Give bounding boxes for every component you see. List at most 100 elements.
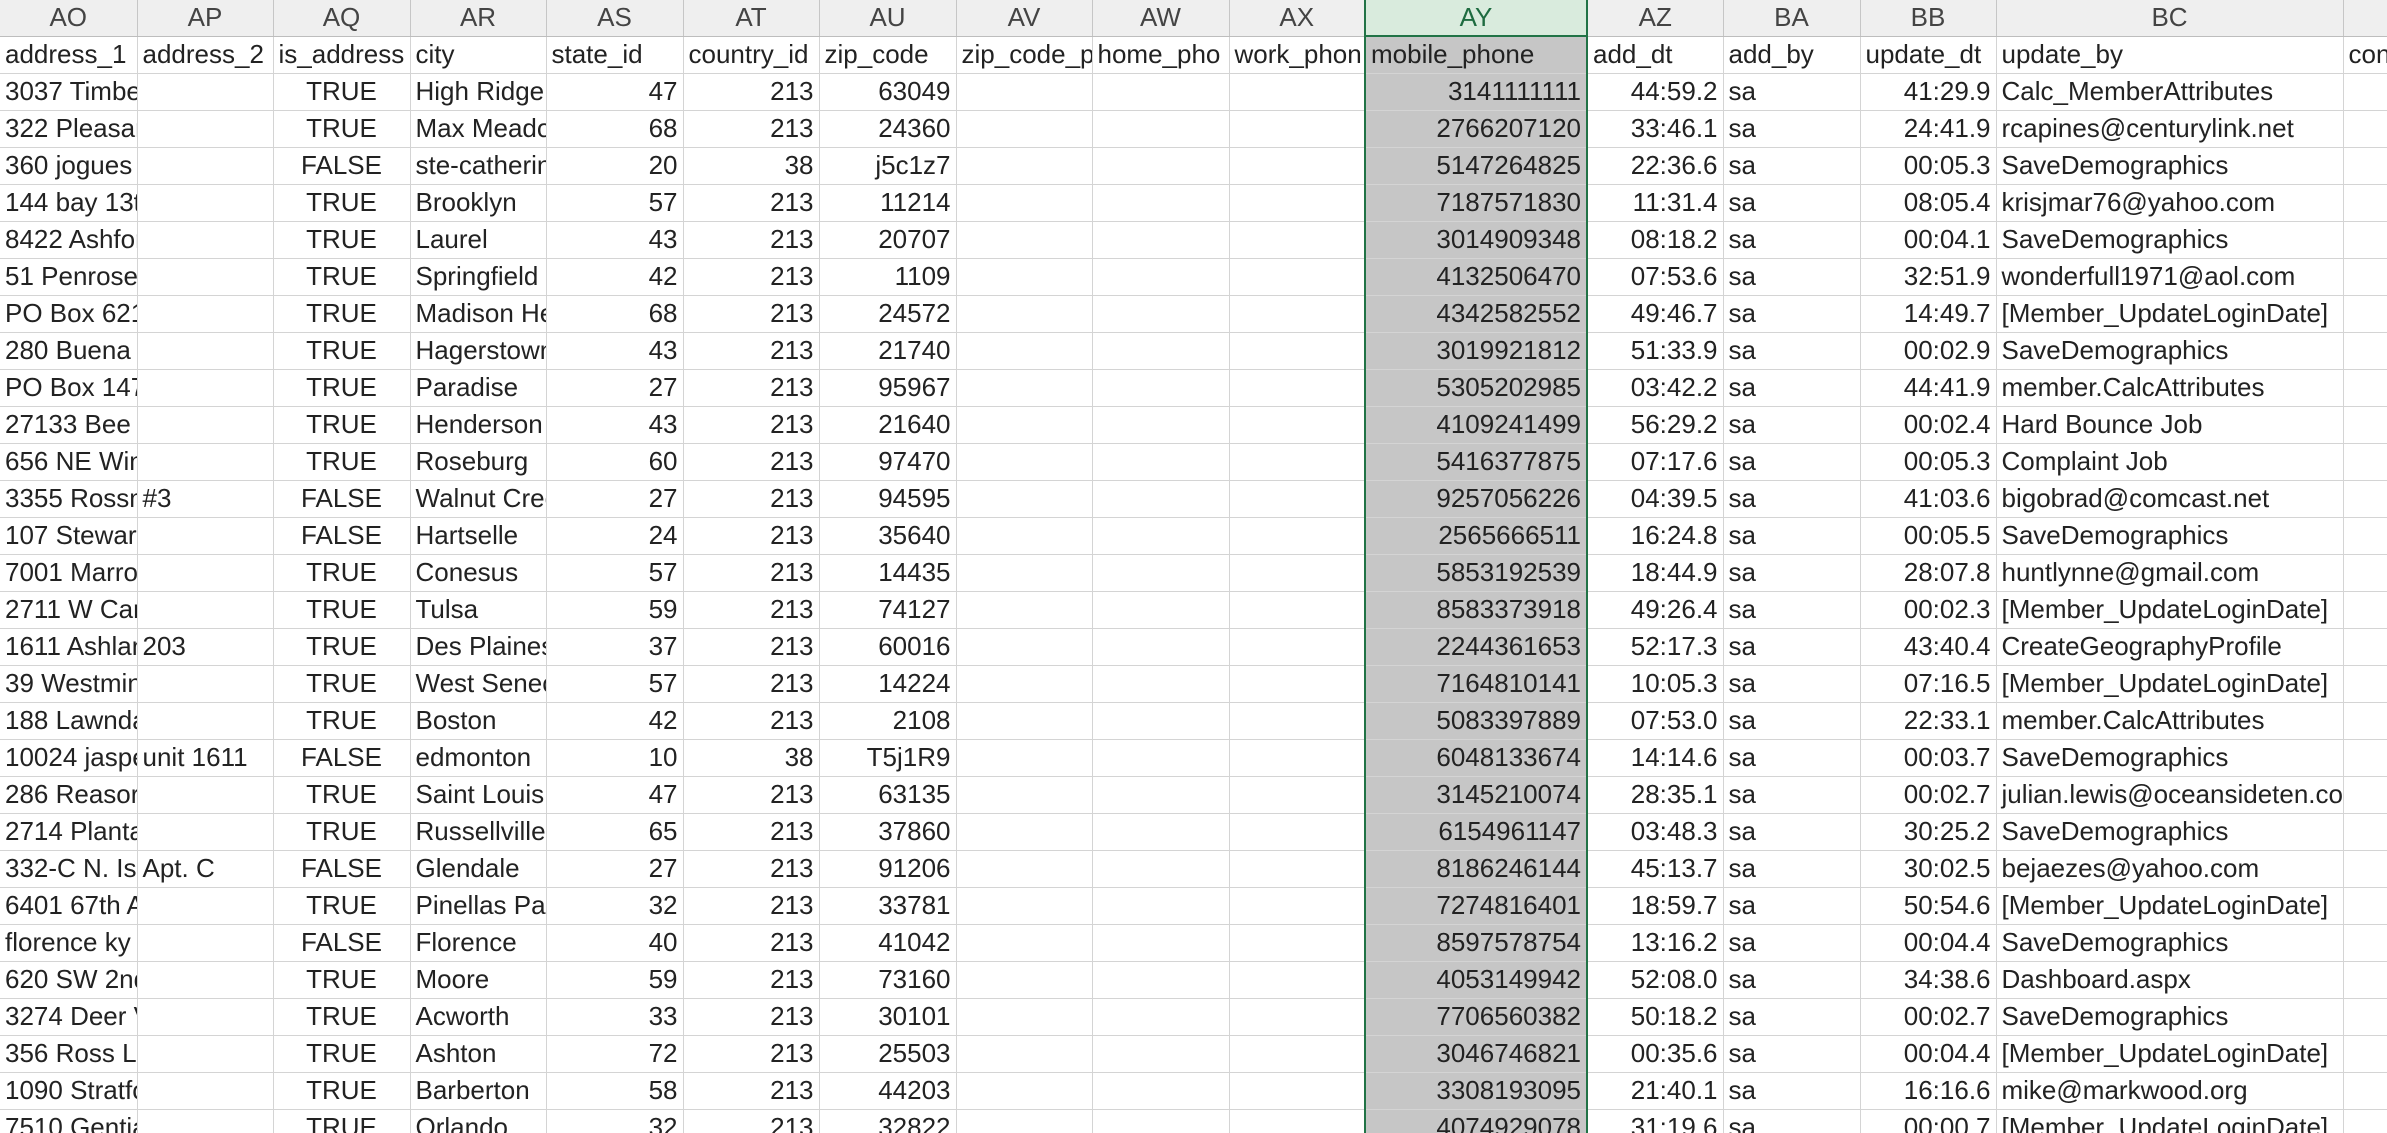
cell[interactable]: sa (1723, 739, 1861, 777)
cell[interactable] (137, 184, 274, 222)
cell[interactable]: 43:40.4 (1860, 628, 1997, 666)
cell[interactable] (2343, 73, 2387, 111)
cell[interactable] (137, 369, 274, 407)
cell[interactable]: 28:35.1 (1587, 776, 1724, 814)
cell[interactable]: Glendale (410, 850, 547, 888)
cell[interactable]: 4074929078 (1364, 1109, 1588, 1133)
cell[interactable] (1092, 110, 1230, 148)
cell[interactable]: 213 (683, 813, 820, 851)
cell[interactable]: 08:05.4 (1860, 184, 1997, 222)
cell[interactable] (137, 591, 274, 629)
cell[interactable]: 58 (546, 1072, 684, 1110)
cell[interactable] (956, 1072, 1093, 1110)
cell[interactable]: sa (1723, 443, 1861, 481)
cell[interactable]: update_dt (1860, 36, 1997, 74)
cell[interactable] (1092, 258, 1230, 296)
cell[interactable]: 280 Buena Vista Ave (0, 332, 138, 370)
cell[interactable] (137, 665, 274, 703)
cell[interactable] (1229, 517, 1366, 555)
cell[interactable]: Florence (410, 924, 547, 962)
cell[interactable] (956, 665, 1093, 703)
cell[interactable] (956, 591, 1093, 629)
cell[interactable]: 43 (546, 221, 684, 259)
cell[interactable] (1092, 998, 1230, 1036)
cell[interactable]: 63049 (819, 73, 957, 111)
cell[interactable]: Ashton (410, 1035, 547, 1073)
cell[interactable]: 27133 Bee Tree Rd (0, 406, 138, 444)
cell[interactable]: 213 (683, 406, 820, 444)
cell[interactable] (956, 554, 1093, 592)
cell[interactable]: 213 (683, 73, 820, 111)
cell[interactable] (956, 369, 1093, 407)
cell[interactable]: SaveDemographics (1996, 739, 2344, 777)
cell[interactable] (2343, 517, 2387, 555)
cell[interactable]: TRUE (273, 221, 411, 259)
cell[interactable]: julian.lewis@oceansideten.com (1996, 776, 2344, 814)
cell[interactable]: address_1 (0, 36, 138, 74)
cell[interactable]: TRUE (273, 628, 411, 666)
cell[interactable] (1229, 554, 1366, 592)
cell[interactable] (1092, 295, 1230, 333)
cell[interactable]: 10:05.3 (1587, 665, 1724, 703)
cell[interactable] (2343, 406, 2387, 444)
cell[interactable]: TRUE (273, 332, 411, 370)
cell[interactable]: sa (1723, 813, 1861, 851)
cell[interactable]: 47 (546, 776, 684, 814)
cell[interactable]: TRUE (273, 1072, 411, 1110)
cell[interactable]: 60 (546, 443, 684, 481)
cell[interactable]: 16:24.8 (1587, 517, 1724, 555)
cell[interactable] (2343, 480, 2387, 518)
cell[interactable]: 57 (546, 184, 684, 222)
cell[interactable]: 213 (683, 332, 820, 370)
cell[interactable]: 6154961147 (1364, 813, 1588, 851)
cell[interactable] (2343, 739, 2387, 777)
cell[interactable] (137, 924, 274, 962)
cell[interactable]: 3037 Timber View Dr (0, 73, 138, 111)
cell[interactable] (137, 776, 274, 814)
cell[interactable] (956, 628, 1093, 666)
cell[interactable]: 213 (683, 258, 820, 296)
cell[interactable]: 4342582552 (1364, 295, 1588, 333)
cell[interactable]: 31:19.6 (1587, 1109, 1724, 1133)
cell[interactable]: sa (1723, 1109, 1861, 1133)
cell[interactable]: 51:33.9 (1587, 332, 1724, 370)
cell[interactable] (137, 554, 274, 592)
cell[interactable] (956, 295, 1093, 333)
cell[interactable] (956, 480, 1093, 518)
cell[interactable] (1092, 665, 1230, 703)
cell[interactable]: 18:59.7 (1587, 887, 1724, 925)
cell[interactable]: 33:46.1 (1587, 110, 1724, 148)
cell[interactable]: 37 (546, 628, 684, 666)
cell[interactable]: 213 (683, 1072, 820, 1110)
cell[interactable]: 213 (683, 480, 820, 518)
cell[interactable]: country_id (683, 36, 820, 74)
cell[interactable]: 27 (546, 850, 684, 888)
cell[interactable] (1229, 665, 1366, 703)
cell[interactable]: 2108 (819, 702, 957, 740)
cell[interactable] (1229, 147, 1366, 185)
cell[interactable] (1229, 887, 1366, 925)
cell[interactable]: 00:03.7 (1860, 739, 1997, 777)
cell[interactable]: 10024 jasper ave (0, 739, 138, 777)
spreadsheet-grid[interactable]: AO AP AQ AR AS AT AU AV AW AX AY AZ BA BB BC address_1 a… (0, 0, 2387, 1133)
cell[interactable]: 30101 (819, 998, 957, 1036)
column-header-BB[interactable]: BB (1860, 0, 1997, 37)
cell[interactable] (1229, 850, 1366, 888)
cell[interactable]: sa (1723, 480, 1861, 518)
cell[interactable]: 38 (683, 739, 820, 777)
cell[interactable] (137, 998, 274, 1036)
cell[interactable]: 45:13.7 (1587, 850, 1724, 888)
column-header-AX[interactable]: AX (1229, 0, 1366, 37)
cell[interactable]: Tulsa (410, 591, 547, 629)
cell[interactable]: 213 (683, 1109, 820, 1133)
cell[interactable]: 11:31.4 (1587, 184, 1724, 222)
cell[interactable]: 213 (683, 961, 820, 999)
cell[interactable]: 57 (546, 554, 684, 592)
cell[interactable]: 00:04.4 (1860, 1035, 1997, 1073)
cell[interactable] (956, 961, 1093, 999)
cell[interactable]: sa (1723, 628, 1861, 666)
cell[interactable]: 38 (683, 147, 820, 185)
cell[interactable]: krisjmar76@yahoo.com (1996, 184, 2344, 222)
cell[interactable]: 107 Stewart St SW (0, 517, 138, 555)
cell[interactable] (956, 443, 1093, 481)
